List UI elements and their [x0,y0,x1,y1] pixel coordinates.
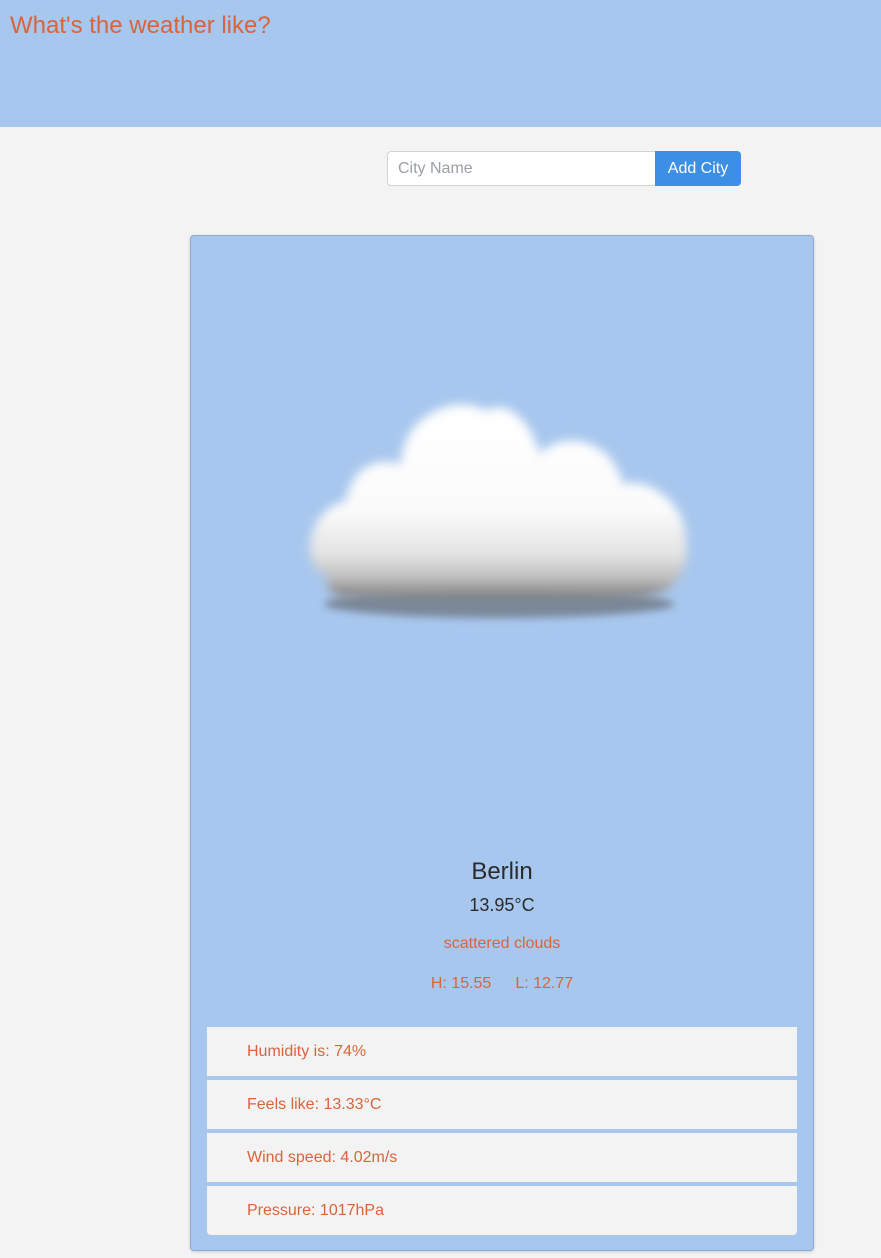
humidity-item: Humidity is: 74% [207,1027,797,1076]
pressure-item: Pressure: 1017hPa [207,1186,797,1235]
temperature: 13.95°C [469,895,535,915]
page-header: What's the weather like? [0,0,881,127]
page-title: What's the weather like? [10,12,271,39]
add-city-form: Add City [387,151,741,186]
high-low: H: 15.55 L: 12.77 [191,975,813,993]
weather-details-list: Humidity is: 74% Feels like: 13.33°C Win… [207,1027,797,1239]
feels-like-item: Feels like: 13.33°C [207,1080,797,1129]
city-name-input[interactable] [387,151,655,186]
low-temp: L: 12.77 [515,975,574,992]
weather-description: scattered clouds [443,935,561,952]
high-temp: H: 15.55 [430,975,492,992]
cloud-icon [291,376,711,636]
weather-card: Berlin 13.95°C scattered clouds H: 15.55… [190,235,814,1251]
city-name: Berlin [471,858,533,885]
wind-speed-item: Wind speed: 4.02m/s [207,1133,797,1182]
add-city-button[interactable]: Add City [655,151,741,186]
